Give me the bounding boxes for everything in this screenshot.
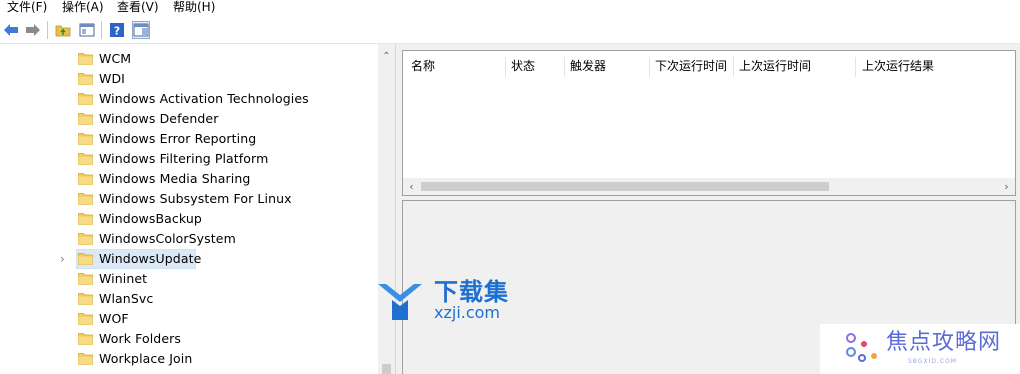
back-arrow-icon[interactable] <box>2 21 20 39</box>
column-header-status[interactable]: 状态 <box>507 57 563 75</box>
folder-icon <box>78 93 93 105</box>
tree-item[interactable]: Windows Subsystem For Linux <box>0 189 370 209</box>
scroll-left-icon[interactable]: ‹ <box>403 178 420 195</box>
folder-icon <box>78 73 93 85</box>
menu-view[interactable]: 查看(V) <box>116 0 160 16</box>
folder-icon <box>78 173 93 185</box>
watermark-brand1-url: xzji.com <box>434 303 501 322</box>
tree-item-label: WOF <box>99 311 129 326</box>
folder-icon <box>78 253 93 265</box>
watermark-brand1-title: 下载集 <box>434 278 509 306</box>
xzji-logo-icon <box>378 284 422 320</box>
tree-item-label: Windows Media Sharing <box>99 171 251 186</box>
folder-icon <box>78 53 93 65</box>
folder-icon <box>78 193 93 205</box>
column-divider[interactable] <box>855 57 856 77</box>
menu-action[interactable]: 操作(A) <box>61 0 105 16</box>
watermark-brand2-title: 焦点攻略网 <box>886 330 1002 355</box>
tree-item-label: WindowsUpdate <box>99 251 202 266</box>
tree-item-label: WCM <box>99 51 132 66</box>
folder-icon <box>78 293 93 305</box>
task-list-horizontal-scrollbar[interactable]: ‹ › <box>403 178 1015 195</box>
tree-item-label: Wininet <box>99 271 148 286</box>
tree-item-label: WindowsBackup <box>99 211 202 226</box>
menu-help[interactable]: 帮助(H) <box>172 0 216 16</box>
tree-item[interactable]: Windows Filtering Platform <box>0 149 370 169</box>
tree-item[interactable]: Windows Activation Technologies <box>0 89 370 109</box>
tree-item-label: Workplace Join <box>99 351 193 366</box>
scroll-thumb[interactable] <box>421 182 829 191</box>
tree-item-label: Work Folders <box>99 331 181 346</box>
tree-item[interactable]: WOF <box>0 309 370 329</box>
task-list: 名称 状态 触发器 下次运行时间 上次运行时间 上次运行结果 ‹ › <box>402 50 1016 196</box>
tree-item-label: Windows Filtering Platform <box>99 151 269 166</box>
tree-item[interactable]: WindowsColorSystem <box>0 229 370 249</box>
tree-item[interactable]: Work Folders <box>0 329 370 349</box>
watermark-xzji: 下载集 xzji.com <box>374 278 524 326</box>
column-divider[interactable] <box>733 57 734 77</box>
menu-bar: 文件(F) 操作(A) 查看(V) 帮助(H) <box>0 0 1020 16</box>
svg-text:?: ? <box>114 25 120 38</box>
tree-item[interactable]: Windows Defender <box>0 109 370 129</box>
tree-item[interactable]: Wininet <box>0 269 370 289</box>
tree-item[interactable]: Workplace Join <box>0 349 370 369</box>
scroll-right-icon[interactable]: › <box>998 178 1015 195</box>
jiaodian-logo-icon <box>846 333 877 362</box>
tree-item[interactable]: › WindowsUpdate <box>0 249 370 269</box>
folder-icon <box>78 113 93 125</box>
scroll-thumb[interactable] <box>382 364 391 374</box>
tree-item-label: Windows Error Reporting <box>99 131 257 146</box>
action-pane-icon[interactable] <box>132 21 150 39</box>
tree-item[interactable]: WindowsBackup <box>0 209 370 229</box>
folder-icon <box>78 133 93 145</box>
folder-icon <box>78 153 93 165</box>
folder-icon <box>78 233 93 245</box>
folder-icon <box>78 273 93 285</box>
folder-tree: WCM WDI Windows Activation Technologies Win… <box>0 44 378 374</box>
tree-item[interactable]: Windows Error Reporting <box>0 129 370 149</box>
folder-icon <box>78 353 93 365</box>
column-divider[interactable] <box>505 57 506 77</box>
tree-item[interactable]: WCM <box>0 49 370 69</box>
tree-item-label: Windows Subsystem For Linux <box>99 191 292 206</box>
tree-item[interactable]: WDI <box>0 69 370 89</box>
tree-item[interactable]: Windows Media Sharing <box>0 169 370 189</box>
folder-icon <box>78 333 93 345</box>
forward-arrow-icon[interactable] <box>24 21 42 39</box>
folder-icon <box>78 213 93 225</box>
column-divider[interactable] <box>649 57 650 77</box>
column-header-last-result[interactable]: 上次运行结果 <box>858 57 998 75</box>
column-header-name[interactable]: 名称 <box>407 57 503 75</box>
tree-item-label: WlanSvc <box>99 291 154 306</box>
column-header-last-run[interactable]: 上次运行时间 <box>735 57 855 75</box>
up-folder-icon[interactable] <box>54 21 72 39</box>
column-header-trigger[interactable]: 触发器 <box>566 57 648 75</box>
tree-item[interactable]: WlanSvc <box>0 289 370 309</box>
watermark-brand2-url: SBGXID.COM <box>908 358 957 365</box>
tree-item-label: Windows Activation Technologies <box>99 91 309 106</box>
watermark-jiaodian: 焦点攻略网 SBGXID.COM <box>820 324 1020 374</box>
scroll-up-icon[interactable]: ⌃ <box>378 50 395 64</box>
expand-chevron-icon[interactable]: › <box>60 252 70 266</box>
menu-file[interactable]: 文件(F) <box>6 0 48 16</box>
show-hide-tree-icon[interactable] <box>78 21 96 39</box>
tree-item-label: WDI <box>99 71 125 86</box>
column-divider[interactable] <box>564 57 565 77</box>
tree-item-label: Windows Defender <box>99 111 219 126</box>
help-icon[interactable]: ? <box>108 21 126 39</box>
tree-item-label: WindowsColorSystem <box>99 231 236 246</box>
column-header-next-run[interactable]: 下次运行时间 <box>651 57 733 75</box>
toolbar: ? <box>0 16 1020 44</box>
toolbar-separator <box>47 21 48 39</box>
toolbar-separator <box>101 21 102 39</box>
folder-icon <box>78 313 93 325</box>
